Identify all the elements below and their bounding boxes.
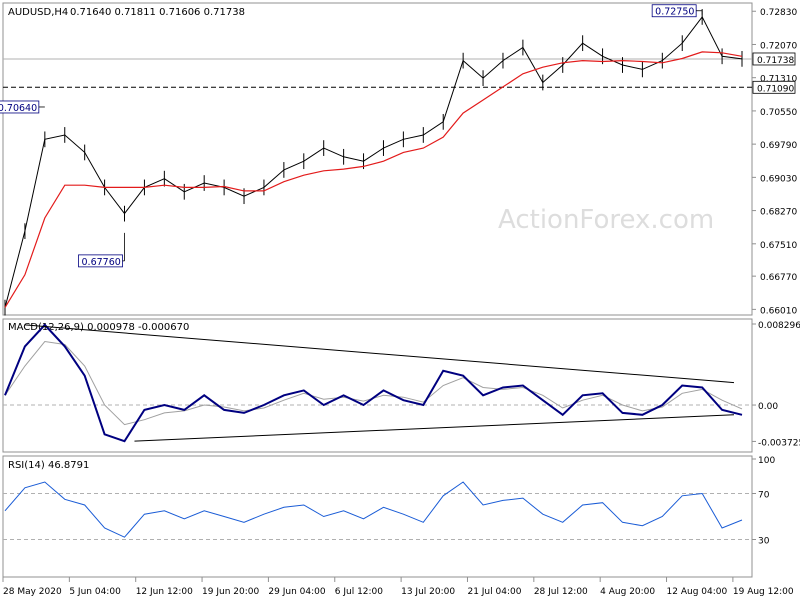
x-axis-tick-label: 12 Aug 04:00: [667, 587, 728, 597]
x-axis-tick-label: 21 Jul 04:00: [467, 587, 521, 597]
price-header-symbol: AUDUSD,H4: [8, 7, 68, 18]
price-axis-tick-label: 0.66770: [760, 273, 797, 283]
rsi-axis-tick-label: 70: [758, 491, 770, 501]
support-level-label: 0.71090: [757, 84, 794, 94]
x-axis-tick-label: 28 May 2020: [3, 587, 62, 597]
annotation-label: 0.70640: [0, 103, 37, 114]
price-header-ohlc: 0.71640 0.71811 0.71606 0.71738: [70, 7, 245, 18]
price-axis-tick-label: 0.66010: [760, 306, 797, 316]
x-axis-tick-label: 28 Jul 12:00: [534, 587, 588, 597]
x-axis-tick-label: 13 Jul 20:00: [401, 587, 455, 597]
x-axis-tick-label: 12 Jun 12:00: [136, 587, 193, 597]
annotation-label: 0.67760: [82, 257, 121, 268]
chart-container: ActionForex.com AUDUSD,H4 0.71640 0.7181…: [0, 0, 800, 600]
price-axis-tick-label: 0.72830: [760, 8, 797, 18]
price-axis-tick-label: 0.68270: [760, 208, 797, 218]
current-price-label: 0.71738: [757, 56, 794, 66]
macd-axis-tick-label: -0.003725: [758, 438, 800, 448]
x-axis-tick-label: 6 Jul 12:00: [335, 587, 384, 597]
price-axis-tick-label: 0.72070: [760, 41, 797, 51]
x-axis-tick-label: 5 Jun 04:00: [69, 587, 121, 597]
price-axis-tick-label: 0.70550: [760, 108, 797, 118]
rsi-axis-tick-label: 100: [758, 456, 775, 466]
price-axis-tick-label: 0.69790: [760, 141, 797, 151]
watermark: ActionForex.com: [498, 205, 714, 235]
annotation-label: 0.72750: [655, 7, 694, 18]
rsi-axis-tick-label: 30: [758, 537, 770, 547]
macd-axis-tick-label: 0.008296: [758, 321, 800, 331]
x-axis-tick-label: 4 Aug 20:00: [600, 587, 655, 597]
x-axis-tick-label: 19 Jun 20:00: [202, 587, 259, 597]
x-axis-tick-label: 29 Jun 04:00: [268, 587, 325, 597]
macd-axis-tick-label: 0.00: [758, 402, 778, 412]
macd-panel-frame: [2, 318, 753, 453]
price-panel-frame: [2, 2, 753, 316]
x-axis-tick-label: 19 Aug 12:00: [733, 587, 794, 597]
rsi-header: RSI(14) 46.8791: [8, 460, 89, 471]
price-axis-tick-label: 0.69030: [760, 174, 797, 184]
rsi-panel-frame: [2, 455, 753, 578]
price-axis-tick-label: 0.67510: [760, 241, 797, 251]
chart-svg: ActionForex.com AUDUSD,H4 0.71640 0.7181…: [0, 0, 800, 600]
